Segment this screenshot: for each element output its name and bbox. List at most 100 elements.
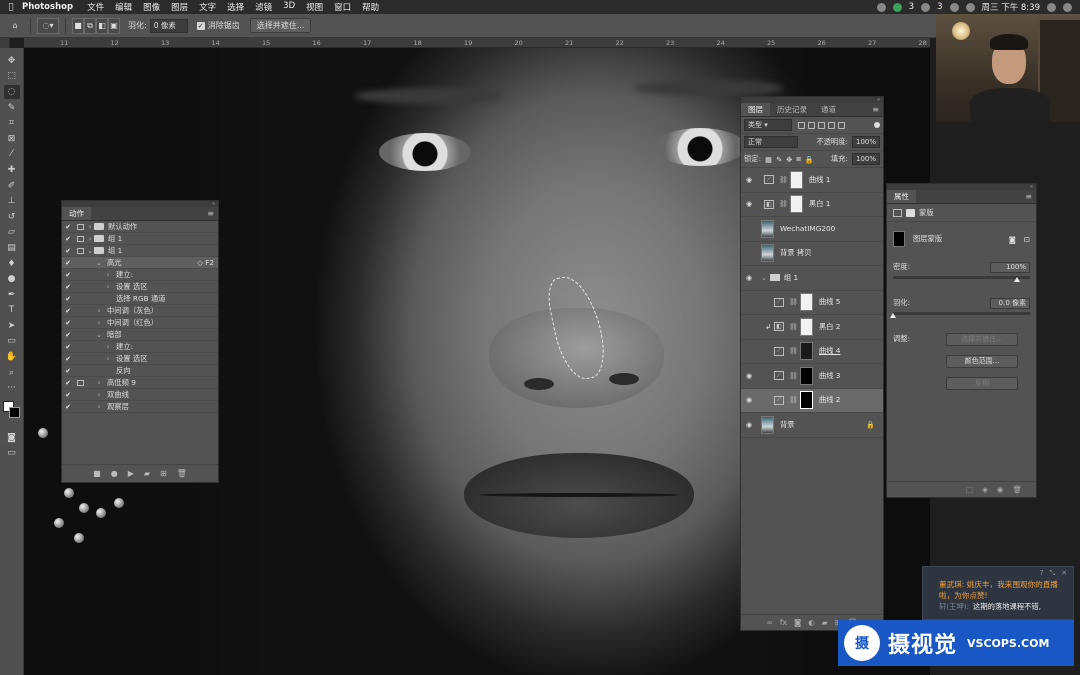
action-row[interactable]: ✔ › 默认动作	[62, 221, 218, 233]
visibility-eye-icon[interactable]: ◉	[741, 298, 757, 306]
apple-icon[interactable]: 	[0, 2, 22, 12]
dialog-toggle-icon[interactable]	[74, 331, 86, 339]
check-icon[interactable]: ✔	[62, 403, 74, 411]
check-icon[interactable]: ✔	[62, 259, 74, 267]
layer-row[interactable]: ◉ ⟋ ⛓ 曲线 2	[741, 388, 883, 413]
dialog-toggle-icon[interactable]	[74, 247, 86, 255]
visibility-eye-icon[interactable]: ◉	[741, 274, 757, 282]
invert-button[interactable]: 反相	[946, 376, 1018, 390]
dialog-toggle-icon[interactable]	[74, 235, 86, 243]
disclosure-icon[interactable]: ⌄	[86, 247, 94, 255]
load-selection-icon[interactable]: ⬚	[966, 485, 973, 494]
filter-toggle-icon[interactable]	[874, 122, 880, 128]
layer-row[interactable]: ◉ WechatIMG200	[741, 217, 883, 242]
tab-layers-1[interactable]: 历史记录	[770, 103, 814, 116]
mask-thumbnail[interactable]	[799, 342, 813, 361]
tab-properties[interactable]: 属性	[887, 190, 916, 203]
dialog-toggle-icon[interactable]	[74, 319, 86, 327]
link-icon[interactable]: ⛓	[789, 396, 798, 404]
visibility-eye-icon[interactable]: ◉	[741, 176, 757, 184]
layer-row[interactable]: ◉ 背景 🔒	[741, 413, 883, 438]
mask-thumbnail[interactable]	[799, 391, 813, 410]
new-set-icon[interactable]: ▰	[144, 469, 150, 478]
dialog-toggle-icon[interactable]	[74, 343, 86, 351]
tab-layers-2[interactable]: 通道	[814, 103, 843, 116]
subtract-selection-icon[interactable]: ◧	[96, 17, 108, 34]
disclosure-icon[interactable]: ⌄	[761, 274, 767, 282]
mask-thumbnail[interactable]	[799, 366, 813, 385]
disclosure-icon[interactable]: ›	[95, 403, 103, 411]
clock[interactable]: 周三 下午 8:39	[982, 1, 1041, 13]
dialog-toggle-icon[interactable]	[74, 367, 86, 375]
dodge-tool-icon[interactable]: ●	[4, 272, 20, 286]
play-icon[interactable]: ▶	[128, 469, 134, 478]
history-brush-icon[interactable]: ↺	[4, 210, 20, 224]
new-adjustment-icon[interactable]: ◐	[808, 618, 815, 627]
opacity-field[interactable]: 100%	[851, 136, 880, 148]
visibility-eye-icon[interactable]: ◉	[741, 347, 757, 355]
horizontal-ruler[interactable]: 11 12 13 14 15 16 17 18 19 20 21 22 23 24 25 26 27 28	[24, 38, 930, 48]
select-and-mask-button[interactable]: 选择并遮住...	[946, 332, 1018, 346]
dialog-toggle-icon[interactable]	[74, 307, 86, 315]
feather-slider-knob[interactable]	[890, 313, 896, 318]
chat-icon[interactable]	[921, 2, 931, 12]
disclosure-icon[interactable]: ⌄	[95, 259, 103, 267]
dialog-toggle-icon[interactable]	[74, 379, 86, 387]
link-icon[interactable]: ⛓	[789, 347, 798, 355]
dialog-toggle-icon[interactable]	[74, 271, 86, 279]
action-row[interactable]: ✔ › 中间调（红色）	[62, 317, 218, 329]
density-field[interactable]: 100%	[990, 261, 1030, 273]
apply-mask-icon[interactable]: ◈	[982, 485, 988, 494]
shape-filter-icon[interactable]	[828, 121, 835, 129]
layer-row[interactable]: ◉ ⟋ ⛓ 曲线 5	[741, 291, 883, 315]
select-mask-icon[interactable]: ◙	[1009, 235, 1016, 244]
quick-mask-icon[interactable]: ◙	[4, 431, 20, 445]
action-row[interactable]: ✔ › 建立:	[62, 269, 218, 281]
dialog-toggle-icon[interactable]	[74, 295, 86, 303]
disclosure-icon[interactable]: ⌄	[95, 331, 103, 339]
action-row[interactable]: ✔ 选择 RGB 通道	[62, 293, 218, 305]
mask-thumbnail[interactable]	[789, 170, 803, 189]
disclosure-icon[interactable]: ›	[95, 391, 103, 399]
disclosure-icon[interactable]: ›	[86, 235, 94, 243]
action-row[interactable]: ✔ › 组 1	[62, 233, 218, 245]
check-icon[interactable]: ✔	[62, 379, 74, 387]
search-icon[interactable]	[1047, 2, 1056, 12]
app-name[interactable]: Photoshop	[22, 2, 73, 12]
menu-item[interactable]: 文件	[87, 1, 104, 13]
screen-mode-icon[interactable]: ▭	[4, 447, 20, 461]
check-icon[interactable]: ✔	[62, 367, 74, 375]
select-and-mask-button[interactable]: 选择并遮住...	[249, 18, 312, 33]
zoom-tool-icon[interactable]: ⌕	[4, 366, 20, 380]
menu-item[interactable]: 帮助	[362, 1, 379, 13]
tab-layers-0[interactable]: 图层	[741, 103, 770, 116]
disclosure-icon[interactable]: ›	[104, 355, 112, 363]
check-icon[interactable]: ✔	[62, 355, 74, 363]
disclosure-icon[interactable]: ›	[104, 283, 112, 291]
disclosure-icon[interactable]: ›	[95, 379, 103, 387]
dialog-toggle-icon[interactable]	[74, 223, 86, 231]
layer-row[interactable]: ◉↲◧⛓黑白 2	[741, 315, 883, 340]
app-icon[interactable]	[876, 2, 886, 12]
color-swatches[interactable]	[2, 401, 21, 419]
new-selection-icon[interactable]: ■	[72, 17, 84, 34]
type-filter-icon[interactable]	[818, 121, 825, 129]
menu-item[interactable]: 选择	[227, 1, 244, 13]
help-icon[interactable]: ?	[1040, 569, 1044, 577]
eyedropper-tool-icon[interactable]: ⁄	[4, 148, 20, 162]
visibility-eye-icon[interactable]: ◉	[741, 323, 757, 331]
add-selection-icon[interactable]: ⧉	[84, 17, 96, 34]
layer-row[interactable]: ◉ ⟋ ⛓ 曲线 4	[741, 340, 883, 364]
check-icon[interactable]: ✔	[62, 319, 74, 327]
density-slider-knob[interactable]	[1014, 277, 1020, 282]
action-row[interactable]: ✔ ⌄ 暗部	[62, 329, 218, 341]
wechat-icon[interactable]	[892, 2, 902, 12]
layer-row[interactable]: ◉ 背景 拷贝	[741, 242, 883, 266]
check-icon[interactable]: ✔	[62, 391, 74, 399]
visibility-eye-icon[interactable]: ◉	[741, 249, 757, 257]
layer-mask-icon[interactable]	[906, 208, 915, 217]
menu-item[interactable]: 滤镜	[255, 1, 272, 13]
pen-tool-icon[interactable]: ✒	[4, 288, 20, 302]
mask-thumbnail[interactable]	[799, 317, 813, 336]
disclosure-icon[interactable]: ›	[104, 343, 112, 351]
